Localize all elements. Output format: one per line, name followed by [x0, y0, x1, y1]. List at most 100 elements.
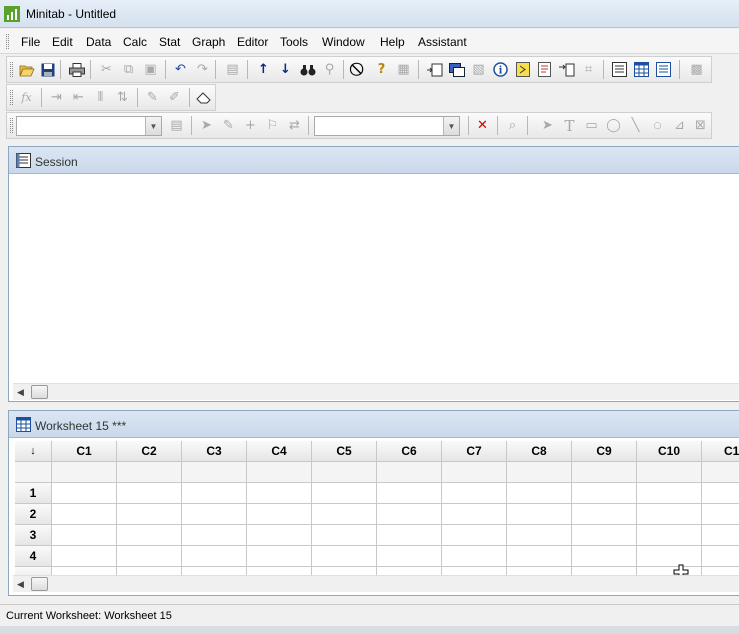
column-name-cell[interactable]: [572, 462, 637, 483]
edit-last-dialog-icon[interactable]: ▤: [223, 60, 242, 79]
column-name-cell[interactable]: [702, 462, 739, 483]
column-name-cell[interactable]: [117, 462, 182, 483]
crosshair-icon[interactable]: +: [241, 116, 260, 135]
cut-icon[interactable]: ✂: [97, 60, 116, 79]
brush-icon[interactable]: ✎: [143, 88, 162, 107]
session-title-bar[interactable]: Session: [9, 147, 739, 174]
worksheet-horizontal-scrollbar[interactable]: ◀: [13, 575, 739, 592]
chevron-down-icon[interactable]: ▼: [443, 117, 459, 135]
undo-icon[interactable]: ↶: [171, 60, 190, 79]
stat-guide-icon[interactable]: ▦: [394, 60, 413, 79]
close-all-graphs-icon[interactable]: ▩: [687, 60, 706, 79]
session-output-area[interactable]: [13, 175, 739, 382]
column-header[interactable]: C8: [507, 441, 572, 462]
toolbar-grip[interactable]: [10, 90, 13, 105]
graph-element-combo[interactable]: ▼: [16, 116, 162, 136]
menu-stat[interactable]: Stat: [159, 35, 180, 49]
menu-editor[interactable]: Editor: [237, 35, 268, 49]
copy-icon[interactable]: ⧉: [119, 60, 138, 79]
find-icon[interactable]: [298, 60, 317, 79]
layout-tool-icon[interactable]: [610, 60, 629, 79]
redo-icon[interactable]: ↷: [193, 60, 212, 79]
annotate-icon[interactable]: ✐: [165, 88, 184, 107]
column-header[interactable]: C10: [637, 441, 702, 462]
zoom-icon[interactable]: ⌕: [503, 116, 522, 135]
chevron-down-icon[interactable]: ▼: [145, 117, 161, 135]
menu-graph[interactable]: Graph: [192, 35, 225, 49]
save-icon[interactable]: [38, 60, 57, 79]
column-name-cell[interactable]: [377, 462, 442, 483]
graph-attribute-combo[interactable]: ▼: [314, 116, 460, 136]
row-header[interactable]: 1: [15, 483, 52, 504]
flag-icon[interactable]: ⚐: [263, 116, 282, 135]
next-command-icon[interactable]: ↓: [276, 60, 295, 79]
session-horizontal-scrollbar[interactable]: ◀: [13, 383, 739, 400]
insert-cells-icon[interactable]: ⇥: [47, 88, 66, 107]
menu-window[interactable]: Window: [322, 35, 365, 49]
menu-bar-grip[interactable]: [6, 34, 9, 49]
menu-file[interactable]: File: [21, 35, 40, 49]
session-window[interactable]: Session ◀: [8, 146, 739, 402]
column-header[interactable]: C1: [702, 441, 739, 462]
column-name-cell[interactable]: [507, 462, 572, 483]
row-header[interactable]: 3: [15, 525, 52, 546]
toolbar-grip[interactable]: [10, 62, 13, 77]
marker-icon[interactable]: ○: [648, 116, 667, 135]
eraser-icon[interactable]: [194, 88, 213, 107]
scrollbar-thumb[interactable]: [31, 385, 48, 399]
swap-icon[interactable]: ⇄: [285, 116, 304, 135]
insert-columns-icon[interactable]: ⫴: [91, 88, 110, 107]
project-manager-icon[interactable]: ⌗: [579, 60, 598, 79]
previous-command-icon[interactable]: ↑: [254, 60, 273, 79]
line-icon[interactable]: ╲: [626, 116, 645, 135]
column-name-cell[interactable]: [182, 462, 247, 483]
cancel-icon[interactable]: ⃠: [350, 60, 369, 79]
pointer-icon[interactable]: ➤: [538, 116, 557, 135]
menu-tools[interactable]: Tools: [280, 35, 308, 49]
column-header[interactable]: C5: [312, 441, 377, 462]
help-icon[interactable]: ?: [372, 60, 391, 79]
menu-edit[interactable]: Edit: [52, 35, 73, 49]
worksheet-title-bar[interactable]: Worksheet 15 ***: [9, 411, 739, 438]
session-window-icon[interactable]: [425, 60, 444, 79]
show-graphs-icon[interactable]: ▧: [469, 60, 488, 79]
column-header[interactable]: C3: [182, 441, 247, 462]
replace-icon[interactable]: ⚲: [320, 60, 339, 79]
ellipse-icon[interactable]: ◯: [604, 116, 623, 135]
move-columns-icon[interactable]: ⇅: [113, 88, 132, 107]
menu-assistant[interactable]: Assistant: [418, 35, 467, 49]
data-window-icon[interactable]: [654, 60, 673, 79]
column-header[interactable]: C2: [117, 441, 182, 462]
column-name-cell[interactable]: [52, 462, 117, 483]
scrollbar-thumb[interactable]: [31, 577, 48, 591]
edit-properties-icon[interactable]: ▤: [167, 116, 186, 135]
direction-arrow-icon[interactable]: ↓: [15, 441, 52, 462]
menu-calc[interactable]: Calc: [123, 35, 147, 49]
column-name-cell[interactable]: [442, 462, 507, 483]
text-icon[interactable]: T: [560, 116, 579, 135]
data-cells[interactable]: [52, 483, 739, 583]
scroll-left-icon[interactable]: ◀: [17, 579, 24, 590]
select-icon[interactable]: ➤: [197, 116, 216, 135]
rectangle-icon[interactable]: ▭: [582, 116, 601, 135]
info-icon[interactable]: i: [491, 60, 510, 79]
column-header[interactable]: C7: [442, 441, 507, 462]
paste-icon[interactable]: ▣: [141, 60, 160, 79]
worksheet-grid-icon[interactable]: [632, 60, 651, 79]
history-icon[interactable]: [513, 60, 532, 79]
open-icon[interactable]: [17, 60, 36, 79]
column-header[interactable]: C6: [377, 441, 442, 462]
menu-data[interactable]: Data: [86, 35, 111, 49]
column-header[interactable]: C1: [52, 441, 117, 462]
column-name-cell[interactable]: [637, 462, 702, 483]
column-name-cell[interactable]: [312, 462, 377, 483]
worksheet-window[interactable]: Worksheet 15 *** ↓ C1 C2 C3 C4 C5 C6 C7 …: [8, 410, 739, 596]
row-header[interactable]: 4: [15, 546, 52, 567]
scroll-left-icon[interactable]: ◀: [17, 387, 24, 398]
row-header[interactable]: 2: [15, 504, 52, 525]
report-pad-icon[interactable]: [535, 60, 554, 79]
menu-help[interactable]: Help: [380, 35, 405, 49]
delete-icon[interactable]: ✕: [473, 116, 492, 135]
toolbar-grip[interactable]: [10, 118, 13, 133]
print-icon[interactable]: [67, 60, 86, 79]
